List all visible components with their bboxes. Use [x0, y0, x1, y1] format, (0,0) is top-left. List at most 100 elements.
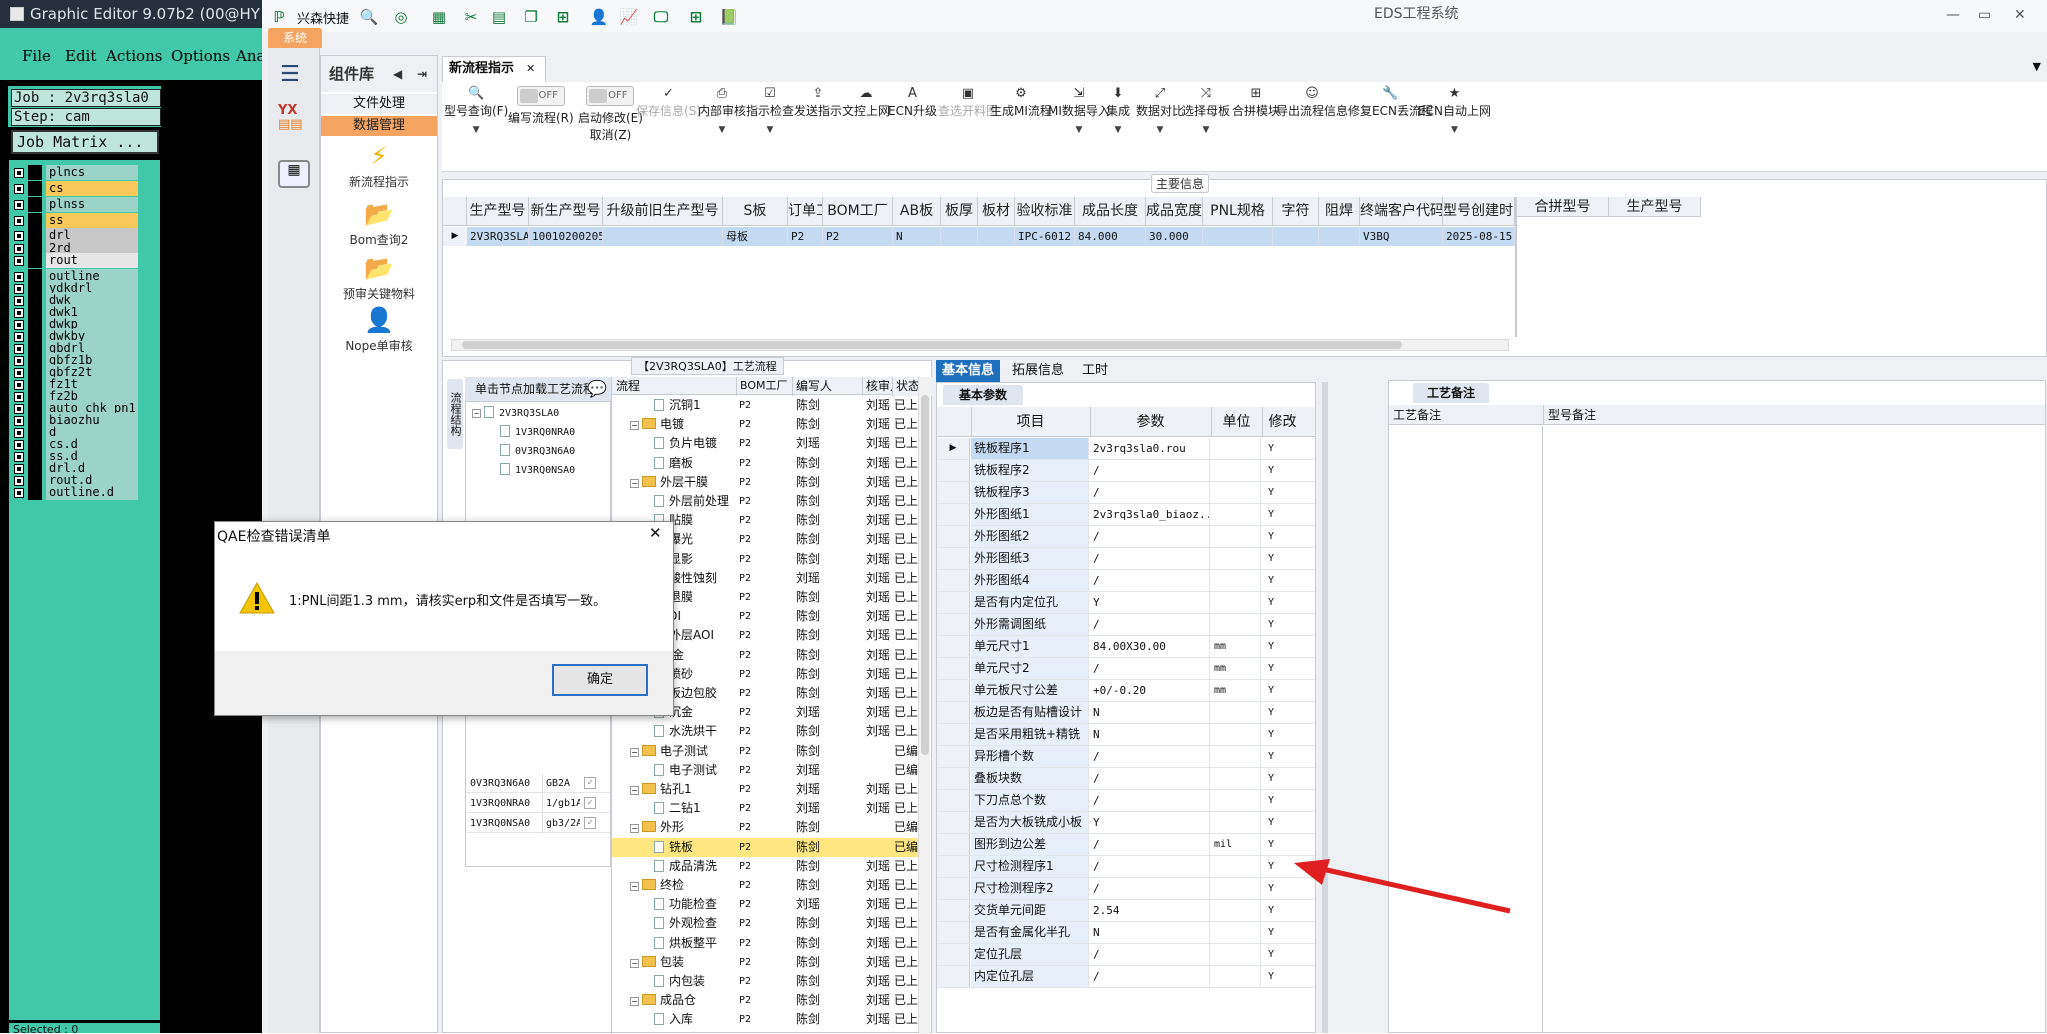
process-row[interactable]: 成品清洗P2陈剑刘瑶已上网 — [612, 857, 918, 876]
param-value[interactable]: 2v3rq3sla0.rou — [1090, 438, 1210, 459]
param-value[interactable]: N — [1090, 702, 1210, 723]
param-value[interactable]: / — [1090, 746, 1210, 767]
param-row[interactable]: 图形到边公差/milY — [937, 834, 1315, 856]
param-row[interactable]: 异形槽个数/Y — [937, 746, 1315, 768]
main-cell[interactable] — [603, 227, 723, 246]
param-value[interactable]: / — [1090, 614, 1210, 635]
collapse-icon[interactable]: − — [630, 479, 639, 488]
tab-new-flow[interactable]: 新流程指示✕ — [442, 56, 546, 82]
layer-checkbox[interactable] — [14, 488, 24, 498]
collapse-icon[interactable]: − — [630, 786, 639, 795]
copy-icon[interactable]: ❐ — [520, 6, 542, 28]
collapse-icon[interactable]: − — [630, 421, 639, 430]
toolbar-item[interactable]: ⊞合拼模块 — [1232, 86, 1280, 119]
toolbar-item[interactable]: ▣查选开料图 — [938, 86, 998, 119]
ok-button[interactable]: 确定 — [552, 664, 648, 696]
lib-item-nope[interactable]: 👤Nope单审核 — [321, 306, 437, 354]
main-cell[interactable]: IPC-6012 Ⅱ级 — [1015, 227, 1075, 246]
layer-checkbox[interactable] — [14, 168, 24, 178]
param-value[interactable]: +0/-0.20 — [1090, 680, 1210, 701]
toolbar-item[interactable]: ⤢数据对比▼ — [1136, 86, 1184, 135]
param-value[interactable]: / — [1090, 526, 1210, 547]
collapse-icon[interactable]: − — [630, 882, 639, 891]
chart-icon[interactable]: 📈 — [618, 6, 640, 28]
process-row[interactable]: 磨板P2陈剑刘瑶已上网 — [612, 454, 918, 473]
hamburger-icon[interactable]: ☰ — [280, 62, 300, 87]
param-value[interactable]: / — [1090, 482, 1210, 503]
toggle-switch[interactable]: OFF — [586, 86, 634, 106]
param-row[interactable]: 板边是否有贴槽设计NY — [937, 702, 1315, 724]
process-row[interactable]: −成品仓P2陈剑刘瑶已上网 — [612, 991, 918, 1010]
main-col-header[interactable]: S板 — [723, 197, 788, 226]
maximize-icon[interactable]: ▭ — [1978, 7, 1991, 23]
main-cell[interactable]: N — [893, 227, 941, 246]
toolbar-item[interactable]: ⎙内部审核▼ — [698, 86, 746, 135]
param-value[interactable]: / — [1090, 944, 1210, 965]
yx-logo-icon[interactable]: YX▤▤ — [278, 104, 310, 134]
param-value[interactable]: Y — [1090, 812, 1210, 833]
col-model-remark[interactable]: 型号备注 — [1543, 405, 1743, 425]
main-cell[interactable]: V3BQ — [1360, 227, 1443, 246]
lifebuoy-icon[interactable]: ◎ — [390, 6, 412, 28]
param-value[interactable]: 2v3rq3sla0_biaoz... — [1090, 504, 1210, 525]
monitor-icon[interactable]: 🖵 — [650, 6, 672, 28]
tree-node[interactable]: 0V3RQ3N6A0 — [500, 444, 575, 457]
chevron-down-icon[interactable]: ▼ — [1106, 125, 1130, 135]
toolbar-item[interactable]: ⚙生成MI流程 — [990, 86, 1052, 119]
col-production-model[interactable]: 生产型号 — [1609, 197, 1701, 217]
param-value[interactable]: / — [1090, 878, 1210, 899]
toolbar-item[interactable]: 🔍型号查询(F)▼ — [444, 86, 508, 135]
process-row[interactable]: 烘板整平P2陈剑刘瑶已上网 — [612, 934, 918, 953]
toolbar-item[interactable]: OFF启动修改(E)取消(Z) — [578, 86, 643, 143]
job-matrix-button[interactable]: Job Matrix ... — [11, 130, 159, 154]
param-row[interactable]: 是否有金属化半孔NY — [937, 922, 1315, 944]
tree-root[interactable]: −2V3RQ3SLA0 — [472, 406, 559, 419]
main-col-header[interactable]: 新生产型号 — [529, 197, 603, 226]
col-process[interactable]: 流程 — [616, 377, 736, 396]
process-row[interactable]: −电子测试P2陈剑已编写 — [612, 742, 918, 761]
layer-row[interactable]: plnss — [11, 197, 139, 212]
param-row[interactable]: 下刀点总个数/Y — [937, 790, 1315, 812]
vertical-scrollbar[interactable] — [918, 377, 930, 1034]
chevron-down-icon[interactable]: ▼ — [1048, 125, 1110, 135]
main-cell[interactable] — [1273, 227, 1319, 246]
col-writer[interactable]: 编写人 — [792, 377, 862, 396]
param-row[interactable]: ▶铣板程序12v3rq3sla0.rouY — [937, 438, 1315, 460]
chevron-down-icon[interactable]: ▼ — [1136, 125, 1184, 135]
minimize-icon[interactable]: — — [1946, 7, 1960, 23]
splitter[interactable] — [1322, 382, 1328, 1033]
param-row[interactable]: 内定位孔层/Y — [937, 966, 1315, 988]
collapse-icon[interactable]: ◀ — [393, 56, 402, 92]
param-row[interactable]: 铣板程序2/Y — [937, 460, 1315, 482]
process-row[interactable]: 二钻1P2刘瑶刘瑶已上网 — [612, 799, 918, 818]
process-row[interactable]: 沉铜1P2陈剑刘瑶已上网 — [612, 396, 918, 415]
checkbox[interactable]: ✓ — [584, 797, 596, 809]
main-col-header[interactable]: 成品长度 — [1075, 197, 1146, 226]
param-row[interactable]: 铣板程序3/Y — [937, 482, 1315, 504]
lib-item-new-flow[interactable]: ⚡新流程指示 — [321, 142, 437, 190]
toolbar-item[interactable]: ✓保存信息(S) — [636, 86, 701, 119]
chevron-down-icon[interactable]: ▼ — [698, 125, 746, 135]
chevron-down-icon[interactable]: ▼ — [746, 125, 794, 135]
layer-row[interactable]: outline.d — [11, 485, 139, 500]
process-row[interactable]: −钻孔1P2刘瑶刘瑶已上网 — [612, 780, 918, 799]
checkbox[interactable]: ✓ — [584, 817, 596, 829]
main-col-header[interactable]: 阻焊 — [1319, 197, 1360, 226]
layer-checkbox[interactable] — [14, 184, 24, 194]
param-value[interactable]: N — [1090, 724, 1210, 745]
main-col-header[interactable]: AB板 — [893, 197, 941, 226]
param-row[interactable]: 是否采用粗铣+精铣NY — [937, 724, 1315, 746]
main-col-header[interactable]: 验收标准 — [1015, 197, 1075, 226]
menu-actions[interactable]: Actions — [106, 47, 162, 65]
param-row[interactable]: 交货单元间距2.54Y — [937, 900, 1315, 922]
process-row[interactable]: −外层干膜P2陈剑刘瑶已上网 — [612, 473, 918, 492]
structure-side-tab[interactable]: 流程结构 — [447, 379, 463, 449]
col-item[interactable]: 项目 — [971, 407, 1089, 437]
param-row[interactable]: 外形图纸4/Y — [937, 570, 1315, 592]
param-value[interactable]: / — [1090, 570, 1210, 591]
apps-icon[interactable]: ⊞ — [552, 6, 574, 28]
main-cell[interactable]: 母板 — [723, 227, 788, 246]
main-col-header[interactable]: 板材 — [978, 197, 1015, 226]
checkbox[interactable]: ✓ — [584, 777, 596, 789]
param-row[interactable]: 叠板块数/Y — [937, 768, 1315, 790]
